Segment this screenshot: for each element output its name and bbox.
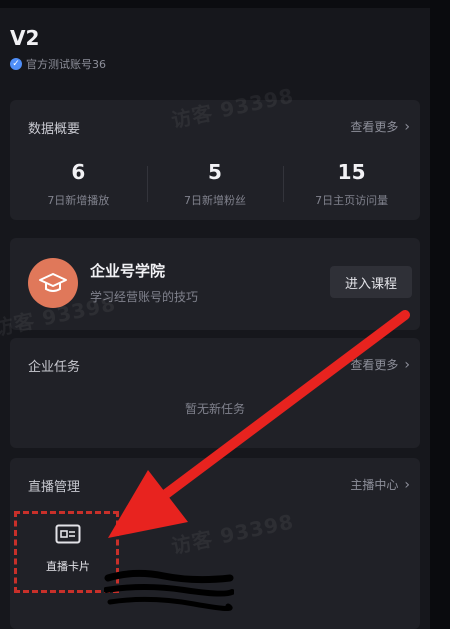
stat-label: 7日新增粉丝 [183, 194, 246, 207]
data-overview-card: 数据概要 查看更多 › 6 7日新增播放 5 7日新增粉丝 15 7日主页访问量 [10, 100, 420, 220]
stats-row: 6 7日新增播放 5 7日新增粉丝 15 7日主页访问量 [10, 160, 420, 208]
stat-plays[interactable]: 6 7日新增播放 [10, 160, 147, 208]
live-card-label: 直播卡片 [46, 560, 90, 573]
stat-value: 6 [71, 160, 86, 184]
enter-course-button[interactable]: 进入课程 [330, 266, 412, 298]
data-overview-more-link[interactable]: 查看更多 › [350, 118, 410, 135]
more-label: 主播中心 [350, 478, 399, 492]
academy-title: 企业号学院 [90, 262, 166, 280]
status-bar [0, 0, 430, 8]
graduation-cap-icon [28, 258, 78, 308]
app-screen: V2 ✓ 官方测试账号36 数据概要 查看更多 › 6 7日新增播放 5 7日新… [0, 0, 430, 629]
academy-subtitle: 学习经营账号的技巧 [90, 290, 199, 304]
stat-value: 15 [337, 160, 366, 184]
tasks-more-link[interactable]: 查看更多 › [350, 356, 410, 373]
more-label: 查看更多 [350, 358, 399, 372]
live-title: 直播管理 [28, 480, 81, 495]
stat-value: 5 [208, 160, 222, 184]
stat-profile-visits[interactable]: 15 7日主页访问量 [283, 160, 420, 208]
verified-check-icon: ✓ [10, 58, 22, 70]
chevron-right-icon: › [404, 476, 410, 493]
screen-edge [430, 0, 450, 629]
stat-followers[interactable]: 5 7日新增粉丝 [146, 160, 284, 208]
tasks-title: 企业任务 [28, 360, 81, 375]
data-overview-title: 数据概要 [28, 122, 81, 137]
verification-badge: ✓ 官方测试账号36 [10, 56, 106, 72]
chevron-right-icon: › [404, 118, 410, 135]
live-management-card: 直播管理 主播中心 › 直播卡片 [10, 458, 420, 629]
empty-tasks-text: 暂无新任务 [184, 402, 245, 416]
id-card-icon [55, 524, 81, 544]
anchor-center-link[interactable]: 主播中心 › [350, 476, 410, 493]
more-label: 查看更多 [350, 120, 399, 134]
academy-card[interactable]: 企业号学院 学习经营账号的技巧 进入课程 [10, 238, 420, 330]
chevron-right-icon: › [404, 356, 410, 373]
verification-label: 官方测试账号36 [26, 58, 106, 71]
enterprise-tasks-card: 企业任务 查看更多 › 暂无新任务 [10, 338, 420, 448]
account-name: V2 [10, 26, 40, 50]
stat-label: 7日主页访问量 [315, 194, 389, 207]
live-card-tile[interactable]: 直播卡片 [18, 510, 118, 588]
stat-label: 7日新增播放 [47, 194, 110, 207]
